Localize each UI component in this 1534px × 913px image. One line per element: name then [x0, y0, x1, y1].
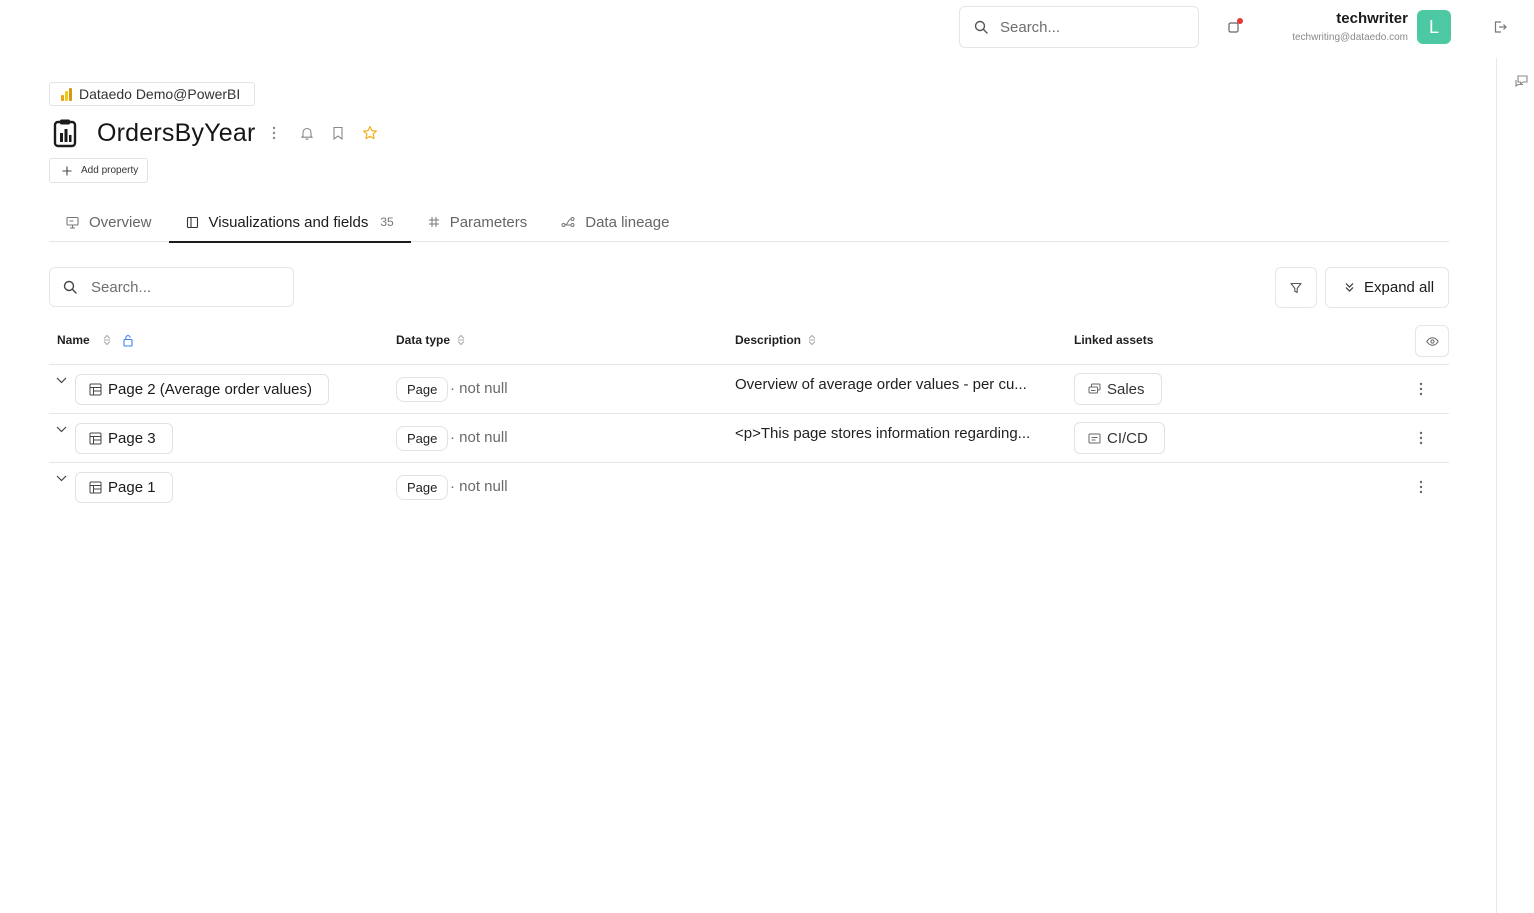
source-breadcrumb[interactable]: Dataedo Demo@PowerBI — [49, 82, 256, 106]
notification-dot — [1237, 18, 1243, 24]
description-text[interactable]: <p>This page stores information regardin… — [735, 425, 1030, 442]
row-menu-icon[interactable] — [1419, 382, 1423, 396]
table-row[interactable]: Page 3 Page · not null <p>This page stor… — [49, 414, 1449, 463]
tab-bar: Overview Visualizations and fields 35 Pa… — [49, 202, 1449, 243]
filter-icon — [1290, 282, 1302, 294]
row-name-chip[interactable]: Page 2 (Average order values) — [75, 374, 330, 405]
search-icon — [974, 20, 988, 34]
linked-asset-chip[interactable]: CI/CD — [1074, 422, 1165, 454]
hash-icon — [428, 216, 440, 228]
right-rail-divider — [1496, 58, 1497, 913]
add-property-label: Add property — [81, 165, 139, 176]
data-type-pill: Page — [396, 475, 449, 500]
row-name-chip[interactable]: Page 3 — [75, 423, 173, 454]
page-title: OrdersByYear — [97, 118, 256, 147]
row-name: Page 1 — [108, 479, 156, 496]
column-header-name[interactable]: Name — [57, 322, 134, 358]
data-type-pill: Page — [396, 377, 449, 402]
monitor-icon — [66, 216, 79, 229]
logout-icon[interactable] — [1492, 19, 1508, 35]
more-options-icon[interactable] — [272, 126, 276, 140]
nullable-text: · not null — [450, 380, 508, 397]
chevrons-down-icon — [1344, 282, 1355, 293]
table-header: Name Data type Description Linked assets — [49, 322, 1449, 365]
add-property-button[interactable]: Add property — [49, 158, 149, 183]
column-header-linked-assets: Linked assets — [1074, 322, 1153, 358]
row-menu-icon[interactable] — [1419, 480, 1423, 494]
nullable-text: · not null — [450, 429, 508, 446]
top-bar: Search... techwriter techwriting@dataedo… — [0, 0, 1534, 56]
global-search-input[interactable]: Search... — [959, 6, 1199, 48]
source-name: Dataedo Demo@PowerBI — [79, 86, 241, 102]
column-linked-assets-label: Linked assets — [1074, 333, 1154, 347]
sort-icon[interactable] — [456, 334, 466, 346]
row-name: Page 3 — [108, 430, 156, 447]
tab-overview[interactable]: Overview — [49, 202, 169, 242]
chevron-down-icon[interactable] — [56, 426, 67, 433]
user-info[interactable]: techwriter techwriting@dataedo.com — [1292, 10, 1408, 43]
title-row: OrdersByYear — [52, 116, 378, 150]
eye-icon — [1425, 336, 1439, 346]
global-search-placeholder: Search... — [1000, 18, 1061, 36]
report-object-icon — [52, 118, 78, 148]
notifications-button[interactable] — [1227, 18, 1243, 34]
list-icon — [1088, 433, 1101, 444]
star-icon[interactable] — [362, 125, 378, 141]
tab-data-lineage-label: Data lineage — [585, 213, 670, 231]
row-name: Page 2 (Average order values) — [108, 381, 313, 398]
tab-overview-label: Overview — [89, 213, 152, 231]
column-visibility-button[interactable] — [1415, 325, 1449, 357]
data-type-pill: Page — [396, 426, 449, 451]
description-text[interactable]: Overview of average order values - per c… — [735, 376, 1027, 393]
book-icon — [186, 216, 199, 229]
column-header-description[interactable]: Description — [735, 322, 817, 358]
filter-button[interactable] — [1275, 267, 1317, 308]
column-header-data-type[interactable]: Data type — [396, 322, 466, 358]
table-search-placeholder: Search... — [91, 278, 152, 296]
linked-asset-chip[interactable]: Sales — [1074, 373, 1162, 405]
bell-icon[interactable] — [300, 126, 314, 140]
row-name-chip[interactable]: Page 1 — [75, 472, 173, 503]
lineage-icon — [561, 216, 575, 228]
column-description-label: Description — [735, 333, 802, 347]
bookmark-icon[interactable] — [332, 126, 344, 140]
page-icon — [89, 432, 102, 445]
tab-visualizations-and-fields[interactable]: Visualizations and fields 35 — [168, 202, 411, 243]
row-menu-icon[interactable] — [1419, 431, 1423, 445]
column-name-label: Name — [57, 333, 90, 347]
chevron-down-icon[interactable] — [56, 475, 67, 482]
sort-icon[interactable] — [807, 334, 817, 346]
expand-all-button[interactable]: Expand all — [1325, 267, 1449, 308]
sort-icon[interactable] — [102, 334, 112, 346]
linked-asset-label: Sales — [1107, 380, 1145, 398]
tab-data-lineage[interactable]: Data lineage — [544, 202, 686, 242]
page-icon — [89, 383, 102, 396]
tab-count-badge: 35 — [380, 215, 394, 229]
search-icon — [63, 280, 77, 294]
table-row[interactable]: Page 1 Page · not null — [49, 463, 1449, 512]
table-search-input[interactable]: Search... — [49, 267, 294, 307]
chevron-down-icon[interactable] — [56, 377, 67, 384]
tab-parameters[interactable]: Parameters — [411, 202, 545, 242]
page-icon — [89, 481, 102, 494]
nullable-text: · not null — [450, 478, 508, 495]
comments-icon[interactable] — [1514, 74, 1529, 89]
avatar[interactable]: L — [1417, 10, 1451, 44]
report-icon — [1088, 383, 1101, 395]
expand-all-label: Expand all — [1364, 279, 1435, 296]
plus-icon — [62, 166, 72, 176]
column-data-type-label: Data type — [396, 333, 451, 347]
linked-asset-label: CI/CD — [1107, 429, 1148, 447]
user-email: techwriting@dataedo.com — [1292, 32, 1408, 43]
lock-icon[interactable] — [122, 334, 134, 347]
table-row[interactable]: Page 2 (Average order values) Page · not… — [49, 365, 1449, 414]
user-name: techwriter — [1336, 10, 1408, 27]
powerbi-icon — [60, 87, 73, 102]
tab-parameters-label: Parameters — [449, 213, 528, 231]
tab-visualizations-label: Visualizations and fields — [208, 213, 369, 231]
